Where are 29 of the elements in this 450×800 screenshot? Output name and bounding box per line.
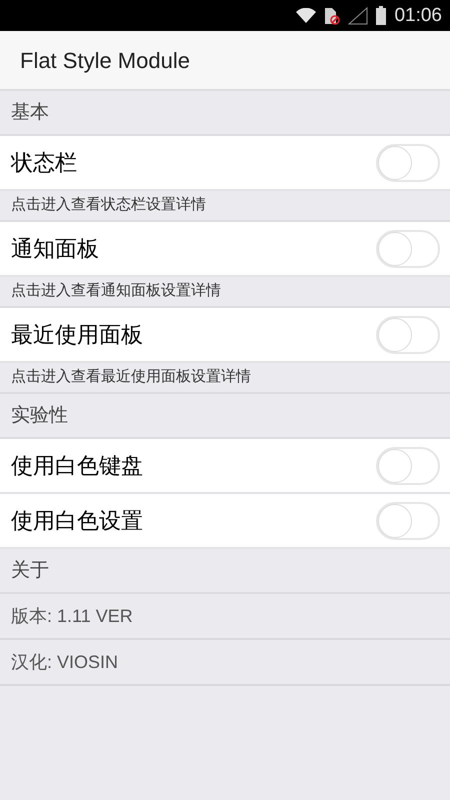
info-text: 汉化: VIOSIN (11, 650, 118, 674)
setting-row[interactable]: 状态栏 (0, 136, 450, 191)
section-header: 实验性 (11, 404, 68, 428)
hint-text: 点击进入查看最近使用面板设置详情 (11, 367, 251, 388)
wifi-icon (296, 8, 316, 24)
sim-card-icon (324, 6, 340, 24)
toggle-switch[interactable] (376, 316, 440, 354)
hint-text: 点击进入查看状态栏设置详情 (11, 195, 206, 216)
setting-row[interactable]: 通知面板 (0, 222, 450, 277)
battery-icon (376, 6, 386, 25)
setting-row[interactable]: 使用白色键盘 (0, 439, 450, 494)
setting-label: 通知面板 (11, 235, 99, 263)
signal-icon (348, 6, 368, 24)
toggle-switch[interactable] (376, 446, 440, 484)
toggle-switch[interactable] (376, 230, 440, 268)
section-header: 关于 (11, 558, 49, 582)
setting-label: 最近使用面板 (11, 321, 143, 349)
info-text: 版本: 1.11 VER (11, 604, 133, 628)
setting-label: 使用白色键盘 (11, 452, 143, 480)
toggle-switch[interactable] (376, 502, 440, 540)
status-time: 01:06 (394, 6, 442, 25)
setting-row[interactable]: 最近使用面板 (0, 308, 450, 363)
setting-label: 使用白色设置 (11, 507, 143, 535)
hint-text: 点击进入查看通知面板设置详情 (11, 281, 221, 302)
setting-label: 状态栏 (11, 149, 77, 177)
toggle-switch[interactable] (376, 144, 440, 182)
setting-row[interactable]: 使用白色设置 (0, 494, 450, 549)
section-header: 基本 (11, 100, 49, 124)
app-title: Flat Style Module (20, 46, 190, 75)
